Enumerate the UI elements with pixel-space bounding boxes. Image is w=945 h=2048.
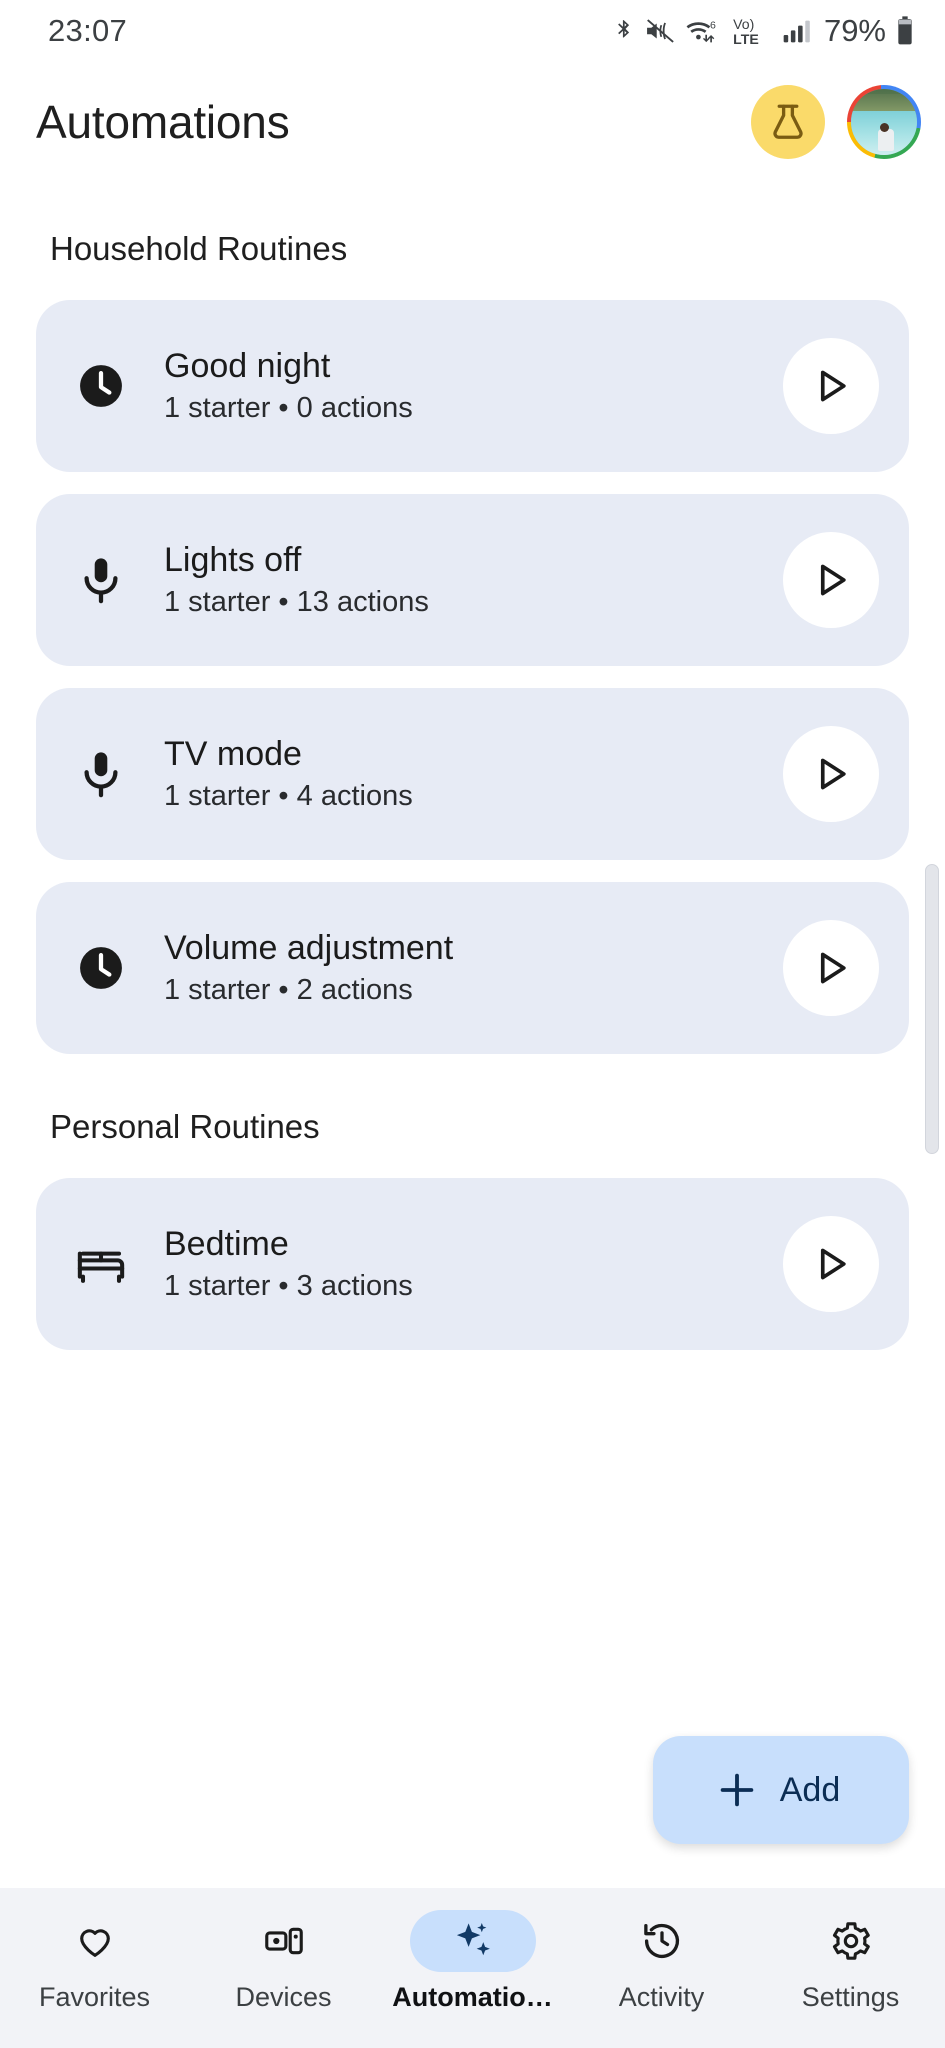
gear-icon <box>788 1910 914 1972</box>
routine-name: Good night <box>164 347 331 385</box>
routine-card-good-night[interactable]: Good night 1 starter • 0 actions <box>36 300 909 472</box>
play-icon[interactable] <box>783 920 879 1016</box>
play-icon[interactable] <box>783 532 879 628</box>
nav-label: Automatio… <box>392 1982 553 2012</box>
play-icon[interactable] <box>783 1216 879 1312</box>
svg-text:LTE: LTE <box>733 31 759 47</box>
avatar-image <box>851 89 917 155</box>
heart-icon <box>32 1910 158 1972</box>
routine-subtitle: 1 starter • 4 actions <box>164 780 413 812</box>
section-title-household: Household Routines <box>50 230 348 267</box>
routine-text: Lights off 1 starter • 13 actions <box>164 541 771 619</box>
routine-text: TV mode 1 starter • 4 actions <box>164 735 771 813</box>
flask-icon[interactable] <box>751 85 825 159</box>
nav-label: Activity <box>618 1982 705 2012</box>
routines-scroll-area[interactable]: Household Routines Good night 1 starter … <box>0 182 945 1888</box>
routine-text: Volume adjustment 1 starter • 2 actions <box>164 929 771 1007</box>
bed-icon <box>70 1237 132 1291</box>
nav-item-settings[interactable]: Settings <box>756 1910 945 2013</box>
play-icon[interactable] <box>783 338 879 434</box>
wifi-6-icon: 6 <box>685 15 723 47</box>
plus-icon <box>714 1767 760 1813</box>
routine-text: Bedtime 1 starter • 3 actions <box>164 1225 771 1303</box>
avatar[interactable] <box>847 85 921 159</box>
microphone-icon <box>70 747 132 801</box>
battery-percent-label: 79% <box>823 13 886 48</box>
routine-text: Good night 1 starter • 0 actions <box>164 347 771 425</box>
routine-name: Volume adjustment <box>164 929 454 967</box>
microphone-icon <box>70 553 132 607</box>
play-icon[interactable] <box>783 726 879 822</box>
volte-icon: Vo) LTE <box>732 14 772 48</box>
ringer-vibrate-off-icon <box>646 15 676 47</box>
bluetooth-icon <box>611 15 637 47</box>
routine-card-lights-off[interactable]: Lights off 1 starter • 13 actions <box>36 494 909 666</box>
routine-subtitle: 1 starter • 0 actions <box>164 392 413 424</box>
status-bar: 23:07 6 Vo) LTE 79% <box>0 0 945 62</box>
nav-item-favorites[interactable]: Favorites <box>0 1910 189 2013</box>
add-button[interactable]: Add <box>653 1736 909 1844</box>
history-icon <box>599 1910 725 1972</box>
nav-item-devices[interactable]: Devices <box>189 1910 378 2013</box>
section-title-personal: Personal Routines <box>50 1108 320 1145</box>
clock-filled-icon <box>70 941 132 995</box>
clock-filled-icon <box>70 359 132 413</box>
nav-label: Favorites <box>38 1982 151 2012</box>
sparkle-icon <box>409 1910 536 1972</box>
status-time: 23:07 <box>48 13 128 48</box>
nav-label: Settings <box>801 1982 900 2012</box>
devices-icon <box>221 1910 347 1972</box>
routine-subtitle: 1 starter • 13 actions <box>164 586 429 618</box>
app-bar-actions <box>751 85 921 159</box>
cellular-signal-icon <box>781 15 813 47</box>
routine-name: Lights off <box>164 541 302 579</box>
add-button-label: Add <box>779 1770 841 1809</box>
svg-text:Vo): Vo) <box>733 16 754 32</box>
svg-text:6: 6 <box>710 19 716 31</box>
routine-subtitle: 1 starter • 2 actions <box>164 974 413 1006</box>
routine-subtitle: 1 starter • 3 actions <box>164 1270 413 1302</box>
scrollbar[interactable] <box>925 182 939 1888</box>
bottom-navigation: Favorites Devices Automatio… Activity Se… <box>0 1888 945 2048</box>
app-screen: 23:07 6 Vo) LTE 79% Automations Househol… <box>0 0 945 2048</box>
routine-card-volume-adjustment[interactable]: Volume adjustment 1 starter • 2 actions <box>36 882 909 1054</box>
routine-name: Bedtime <box>164 1225 289 1263</box>
app-bar: Automations <box>0 62 945 182</box>
nav-label: Devices <box>235 1982 332 2012</box>
scrollbar-thumb[interactable] <box>925 864 939 1155</box>
routine-name: TV mode <box>164 735 302 773</box>
nav-item-automations[interactable]: Automatio… <box>378 1910 567 2013</box>
page-title: Automations <box>36 96 290 148</box>
nav-item-activity[interactable]: Activity <box>567 1910 756 2013</box>
battery-icon <box>895 15 915 47</box>
status-icons: 6 Vo) LTE 79% <box>611 13 915 49</box>
routine-card-tv-mode[interactable]: TV mode 1 starter • 4 actions <box>36 688 909 860</box>
routine-card-bedtime[interactable]: Bedtime 1 starter • 3 actions <box>36 1178 909 1350</box>
